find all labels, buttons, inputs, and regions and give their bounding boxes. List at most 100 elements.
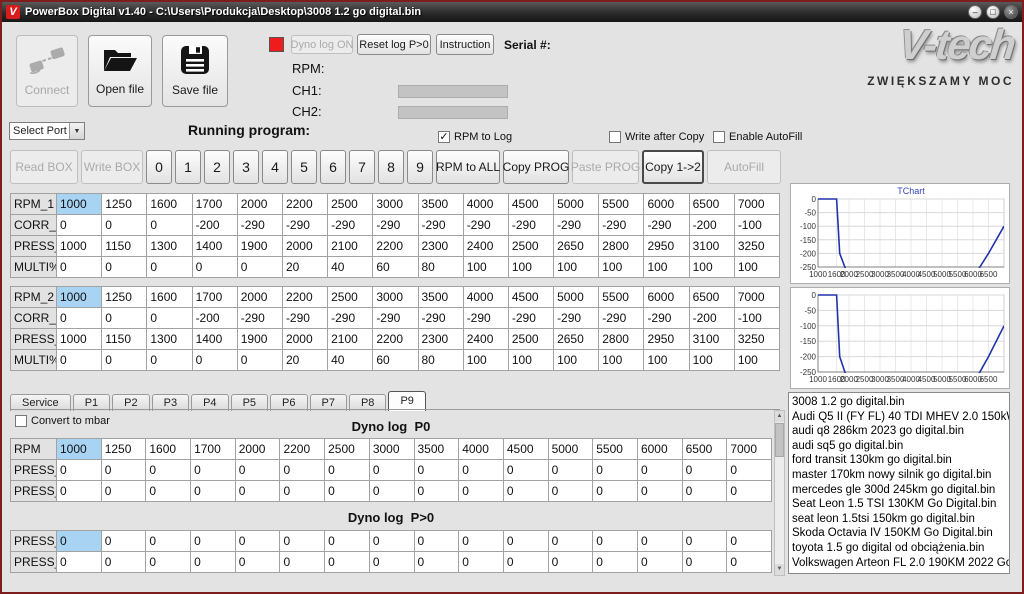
table-cell[interactable]: 40	[328, 257, 372, 277]
table-cell[interactable]: 100	[599, 350, 643, 370]
table-cell[interactable]: -290	[238, 308, 282, 328]
table-cell[interactable]: 0	[638, 481, 682, 501]
table-cell[interactable]: -290	[509, 308, 553, 328]
table-cell[interactable]: 4500	[509, 194, 553, 214]
table-cell[interactable]: 0	[325, 460, 369, 480]
table-cell[interactable]: 0	[57, 460, 101, 480]
table-cell[interactable]: 1000	[57, 194, 101, 214]
table-cell[interactable]: 0	[146, 460, 190, 480]
table-cell[interactable]: 6000	[644, 287, 688, 307]
table-cell[interactable]: -200	[193, 215, 237, 235]
table-cell[interactable]: 0	[236, 552, 280, 572]
table-cell[interactable]: -290	[328, 215, 372, 235]
table-cell[interactable]: 0	[102, 552, 146, 572]
copy-1-2-button[interactable]: Copy 1->2	[642, 150, 704, 184]
table-cell[interactable]: 0	[57, 481, 101, 501]
table-cell[interactable]: -290	[554, 215, 598, 235]
table-cell[interactable]: 0	[57, 308, 101, 328]
dyno-log-on-button[interactable]: Dyno log ON	[291, 35, 353, 54]
table-cell[interactable]: 0	[193, 350, 237, 370]
table-cell[interactable]: -290	[373, 215, 417, 235]
table-cell[interactable]: 3500	[419, 287, 463, 307]
table-cell[interactable]: 0	[459, 481, 503, 501]
table-cell[interactable]: 2200	[280, 439, 324, 459]
reset-log-button[interactable]: Reset log P>0	[357, 34, 431, 55]
table-cell[interactable]: 5500	[599, 287, 643, 307]
table-cell[interactable]: 3250	[735, 329, 779, 349]
table-cell[interactable]: 20	[283, 257, 327, 277]
table-cell[interactable]: 0	[236, 531, 280, 551]
table-cell[interactable]: 0	[102, 257, 146, 277]
minimize-button[interactable]: –	[968, 5, 982, 19]
file-list-item[interactable]: Seat Leon 1.5 TSI 130KM Go Digital.bin	[792, 497, 1009, 512]
table-cell[interactable]: 7000	[727, 439, 771, 459]
table-cell[interactable]: 100	[464, 257, 508, 277]
table-cell[interactable]: 0	[280, 460, 324, 480]
table-cell[interactable]: -200	[690, 308, 734, 328]
table-cell[interactable]: 0	[238, 350, 282, 370]
table-cell[interactable]: 2800	[599, 329, 643, 349]
table-cell[interactable]: 0	[459, 552, 503, 572]
table-cell[interactable]: 0	[102, 531, 146, 551]
table-cell[interactable]: 1000	[57, 236, 101, 256]
table-cell[interactable]: 0	[191, 460, 235, 480]
table-cell[interactable]: 3500	[419, 194, 463, 214]
table-cell[interactable]: 3000	[370, 439, 414, 459]
digit-button-7[interactable]: 7	[349, 150, 375, 184]
table-cell[interactable]: 0	[593, 481, 637, 501]
table-cell[interactable]: 5000	[549, 439, 593, 459]
table-cell[interactable]: 0	[549, 481, 593, 501]
table-cell[interactable]: 0	[370, 481, 414, 501]
table-cell[interactable]: 0	[102, 308, 146, 328]
table-cell[interactable]: 1250	[102, 287, 146, 307]
table-cell[interactable]: 6000	[638, 439, 682, 459]
table-cell[interactable]: 0	[504, 481, 548, 501]
connect-button[interactable]: Connect	[16, 35, 78, 107]
file-list-item[interactable]: Volkswagen Arteon FL 2.0 190KM 2022 Go D…	[792, 556, 1009, 571]
table-cell[interactable]: 1250	[102, 439, 146, 459]
table-cell[interactable]: 0	[191, 552, 235, 572]
table-cell[interactable]: -100	[735, 308, 779, 328]
table-cell[interactable]: 0	[146, 552, 190, 572]
table-cell[interactable]: 1400	[193, 236, 237, 256]
table-cell[interactable]: 0	[638, 552, 682, 572]
table-cell[interactable]: 2000	[236, 439, 280, 459]
table-cell[interactable]: 2200	[283, 194, 327, 214]
table-cell[interactable]: -290	[644, 308, 688, 328]
file-list-item[interactable]: toyota 1.5 go digital od obciążenia.bin	[792, 541, 1009, 556]
table-cell[interactable]: -290	[599, 215, 643, 235]
table-cell[interactable]: 4500	[509, 287, 553, 307]
table-cell[interactable]: 0	[325, 552, 369, 572]
table-cell[interactable]: 0	[102, 460, 146, 480]
maximize-button[interactable]: □	[986, 5, 1000, 19]
table-cell[interactable]: 0	[638, 531, 682, 551]
table-cell[interactable]: 80	[419, 350, 463, 370]
table-cell[interactable]: 1150	[102, 329, 146, 349]
file-list-item[interactable]: Audi Q5 II (FY FL) 40 TDI MHEV 2.0 150kW…	[792, 410, 1009, 425]
table-cell[interactable]: 0	[504, 531, 548, 551]
table-cell[interactable]: -290	[238, 215, 282, 235]
table-cell[interactable]: 0	[57, 552, 101, 572]
table-cell[interactable]: 100	[644, 350, 688, 370]
table-cell[interactable]: 1900	[238, 236, 282, 256]
table-cell[interactable]: 2500	[325, 439, 369, 459]
table-cell[interactable]: -290	[373, 308, 417, 328]
enable-autofill-checkbox[interactable]: Enable AutoFill	[713, 131, 802, 143]
table-cell[interactable]: 1150	[102, 236, 146, 256]
table-cell[interactable]: 100	[735, 350, 779, 370]
table-cell[interactable]: 0	[370, 460, 414, 480]
table-cell[interactable]: 6000	[644, 194, 688, 214]
table-cell[interactable]: 2950	[644, 329, 688, 349]
table-cell[interactable]: 0	[459, 460, 503, 480]
table-cell[interactable]: 0	[102, 350, 146, 370]
table-cell[interactable]: 2000	[283, 236, 327, 256]
table-cell[interactable]: 6500	[683, 439, 727, 459]
table-cell[interactable]: 0	[593, 460, 637, 480]
save-file-button[interactable]: Save file	[162, 35, 228, 107]
table-cell[interactable]: -290	[464, 215, 508, 235]
copy-prog-button[interactable]: Copy PROG	[503, 150, 569, 184]
table-cell[interactable]: 0	[57, 215, 101, 235]
table-cell[interactable]: 4500	[504, 439, 548, 459]
table-cell[interactable]: 0	[459, 531, 503, 551]
table-cell[interactable]: 0	[325, 531, 369, 551]
